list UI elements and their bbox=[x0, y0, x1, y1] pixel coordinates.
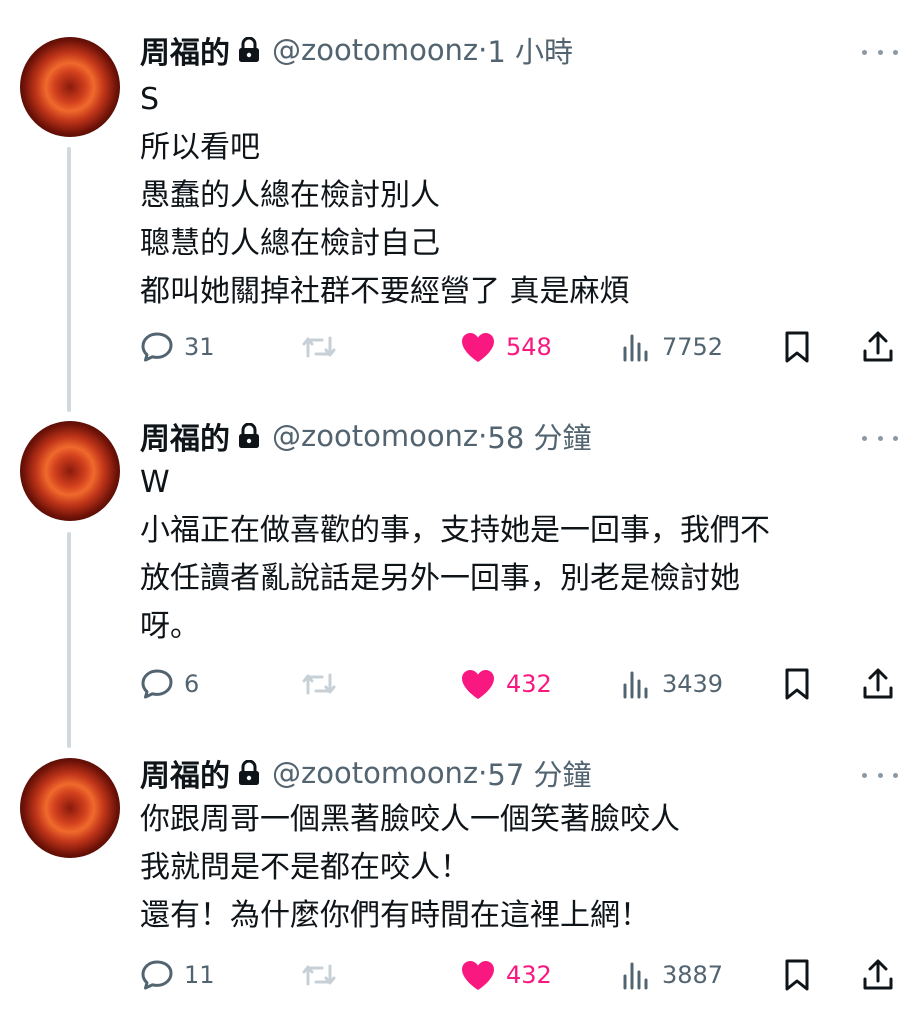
retweet-button[interactable] bbox=[300, 664, 348, 704]
action-bar: 11 432 3887 bbox=[0, 955, 920, 995]
separator-dot: · bbox=[478, 419, 488, 453]
like-icon bbox=[462, 333, 494, 362]
bookmark-button[interactable] bbox=[784, 955, 810, 995]
like-icon bbox=[462, 961, 494, 990]
retweet-icon bbox=[302, 673, 336, 695]
tweet[interactable]: 周福的 @zootomoonz · 58 分鐘 W 小福正在做喜歡的事，支持她是… bbox=[0, 400, 920, 740]
share-button[interactable] bbox=[862, 955, 894, 995]
like-count: 432 bbox=[506, 961, 552, 989]
handle[interactable]: @zootomoonz bbox=[272, 756, 478, 790]
share-button[interactable] bbox=[862, 664, 894, 704]
reply-count: 31 bbox=[184, 333, 215, 361]
tweet-header: 周福的 @zootomoonz · 57 分鐘 bbox=[140, 751, 592, 795]
tweet-line: 還有！為什麼你們有時間在這裡上網！ bbox=[140, 898, 650, 933]
tweet-text: 你跟周哥一個黑著臉咬人一個笑著臉咬人 我就問是不是都在咬人！ 還有！為什麼你們有… bbox=[140, 796, 880, 940]
action-bar: 31 548 7752 bbox=[0, 327, 920, 367]
reply-button[interactable]: 6 bbox=[140, 664, 199, 704]
avatar[interactable] bbox=[20, 421, 120, 521]
retweet-button[interactable] bbox=[300, 955, 348, 995]
timestamp[interactable]: 58 分鐘 bbox=[487, 415, 591, 457]
reply-count: 6 bbox=[184, 670, 200, 698]
tweet-text: W 小福正在做喜歡的事，支持她是一回事，我們不 放任讀者亂說話是另外一回事，別老… bbox=[140, 459, 880, 651]
reply-icon bbox=[141, 669, 173, 699]
views-button[interactable]: 7752 bbox=[622, 327, 723, 367]
like-button[interactable]: 432 bbox=[460, 955, 552, 995]
lock-icon bbox=[238, 423, 260, 449]
like-icon bbox=[462, 670, 494, 699]
handle[interactable]: @zootomoonz bbox=[272, 33, 478, 67]
retweet-button[interactable] bbox=[300, 327, 348, 367]
share-icon bbox=[863, 331, 893, 362]
separator-dot: · bbox=[478, 756, 488, 790]
tweet-header: 周福的 @zootomoonz · 1 小時 bbox=[140, 28, 573, 72]
views-count: 3887 bbox=[662, 961, 724, 989]
share-icon bbox=[863, 959, 893, 990]
timestamp[interactable]: 1 小時 bbox=[487, 29, 573, 71]
tweet-line: 呀。 bbox=[140, 609, 200, 644]
views-count: 3439 bbox=[662, 670, 724, 698]
tweet-line: 所以看吧 bbox=[140, 130, 260, 165]
bookmark-button[interactable] bbox=[784, 664, 810, 704]
bookmark-icon bbox=[785, 668, 809, 700]
retweet-icon bbox=[302, 336, 336, 358]
tweet-line: 都叫她關掉社群不要經營了 真是麻煩 bbox=[140, 274, 630, 309]
bookmark-button[interactable] bbox=[784, 327, 810, 367]
bookmark-icon bbox=[785, 331, 809, 363]
tweet-line: 聰慧的人總在檢討自己 bbox=[140, 226, 440, 261]
views-icon bbox=[623, 334, 648, 362]
display-name[interactable]: 周福的 bbox=[140, 414, 230, 458]
tweet[interactable]: 周福的 @zootomoonz · 1 小時 S 所以看吧 愚蠢的人總在檢討別人… bbox=[0, 0, 920, 400]
share-icon bbox=[863, 668, 893, 699]
separator-dot: · bbox=[478, 33, 488, 67]
tweet[interactable]: 周福的 @zootomoonz · 57 分鐘 你跟周哥一個黑著臉咬人一個笑著臉… bbox=[0, 740, 920, 1024]
tweet-line: 你跟周哥一個黑著臉咬人一個笑著臉咬人 bbox=[140, 802, 680, 837]
tweet-line: W bbox=[140, 465, 170, 500]
like-button[interactable]: 432 bbox=[460, 664, 552, 704]
views-icon bbox=[623, 671, 648, 699]
timestamp[interactable]: 57 分鐘 bbox=[487, 752, 591, 794]
more-icon[interactable] bbox=[862, 40, 898, 64]
lock-icon bbox=[238, 37, 260, 63]
views-count: 7752 bbox=[662, 333, 724, 361]
avatar[interactable] bbox=[20, 37, 120, 137]
handle[interactable]: @zootomoonz bbox=[272, 419, 478, 453]
reply-count: 11 bbox=[184, 961, 215, 989]
lock-icon bbox=[238, 760, 260, 786]
views-button[interactable]: 3439 bbox=[622, 664, 723, 704]
tweet-line: 我就問是不是都在咬人！ bbox=[140, 850, 470, 885]
tweet-header: 周福的 @zootomoonz · 58 分鐘 bbox=[140, 414, 592, 458]
retweet-icon bbox=[302, 964, 336, 986]
display-name[interactable]: 周福的 bbox=[140, 751, 230, 795]
tweet-text: S 所以看吧 愚蠢的人總在檢討別人 聰慧的人總在檢討自己 都叫她關掉社群不要經營… bbox=[140, 76, 880, 316]
more-icon[interactable] bbox=[862, 763, 898, 787]
more-icon[interactable] bbox=[862, 426, 898, 450]
like-button[interactable]: 548 bbox=[460, 327, 552, 367]
reply-icon bbox=[141, 960, 173, 990]
like-count: 432 bbox=[506, 670, 552, 698]
tweet-line: 小福正在做喜歡的事，支持她是一回事，我們不 bbox=[140, 513, 770, 548]
views-icon bbox=[623, 962, 648, 990]
reply-button[interactable]: 11 bbox=[140, 955, 215, 995]
display-name[interactable]: 周福的 bbox=[140, 28, 230, 72]
views-button[interactable]: 3887 bbox=[622, 955, 723, 995]
share-button[interactable] bbox=[862, 327, 894, 367]
tweet-line: S bbox=[140, 82, 160, 117]
reply-icon bbox=[141, 332, 173, 362]
action-bar: 6 432 3439 bbox=[0, 664, 920, 704]
tweet-line: 放任讀者亂說話是另外一回事，別老是檢討她 bbox=[140, 561, 740, 596]
like-count: 548 bbox=[506, 333, 552, 361]
reply-button[interactable]: 31 bbox=[140, 327, 215, 367]
tweet-line: 愚蠢的人總在檢討別人 bbox=[140, 178, 440, 213]
avatar[interactable] bbox=[20, 758, 120, 858]
bookmark-icon bbox=[785, 959, 809, 991]
